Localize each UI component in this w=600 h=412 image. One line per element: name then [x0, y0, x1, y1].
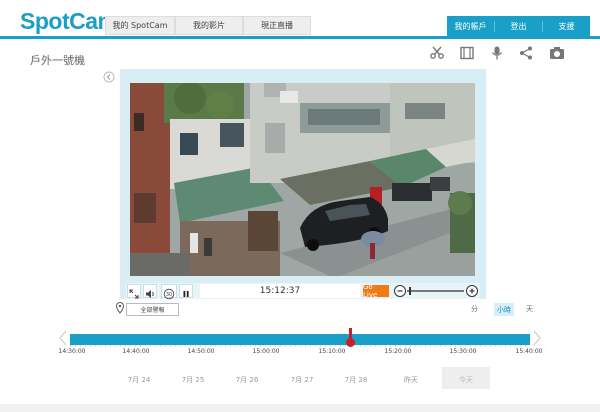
- timeline-label: 15:10:00: [318, 348, 346, 355]
- alert-filter-select[interactable]: 全部警報: [126, 303, 179, 316]
- header-divider: [0, 36, 600, 39]
- footer-band: [0, 404, 600, 412]
- speaker-icon: [146, 290, 154, 298]
- my-account-link[interactable]: 我的帳戶: [447, 20, 495, 32]
- expand-icon: [129, 289, 139, 299]
- camera-icon[interactable]: [549, 46, 565, 60]
- tab-my-videos[interactable]: 我的影片: [175, 16, 243, 35]
- timeline-track[interactable]: [70, 334, 530, 345]
- tab-my-spotcam[interactable]: 我的 SpotCam: [105, 16, 175, 35]
- timeline-prev-icon[interactable]: [58, 330, 68, 346]
- camera-name: 戶外一號機: [30, 54, 85, 67]
- rewind-30-button[interactable]: 30: [161, 284, 177, 300]
- timeline-label: 15:20:00: [384, 348, 412, 355]
- date-item-yesterday[interactable]: 昨天: [404, 375, 418, 385]
- pause-button[interactable]: [179, 284, 193, 298]
- location-pin-icon: [116, 302, 124, 314]
- scissors-icon[interactable]: [430, 46, 444, 60]
- zoom-control[interactable]: [393, 284, 479, 298]
- timeline-label: 14:40:00: [122, 348, 150, 355]
- date-item-today[interactable]: 今天: [459, 375, 473, 385]
- date-item[interactable]: 7月 27: [291, 375, 314, 385]
- account-nav: 我的帳戶 登出 支援: [447, 16, 590, 36]
- timeline-next-icon[interactable]: [532, 330, 542, 346]
- date-item[interactable]: 7月 28: [345, 375, 368, 385]
- date-item[interactable]: 7月 24: [128, 375, 151, 385]
- volume-button[interactable]: [143, 284, 157, 298]
- timeline-label: 15:40:00: [515, 348, 543, 355]
- playhead-handle[interactable]: [346, 338, 355, 347]
- pause-icon: [183, 291, 189, 297]
- rewind-30-icon: 30: [163, 288, 175, 300]
- spotcam-logo[interactable]: SpotCam: [20, 8, 118, 35]
- film-icon[interactable]: [460, 46, 474, 60]
- timeline-label: 15:00:00: [252, 348, 280, 355]
- tab-live-now[interactable]: 現正直播: [243, 16, 311, 35]
- svg-text:30: 30: [166, 292, 172, 298]
- street-scene-image: [130, 83, 475, 276]
- date-item[interactable]: 7月 25: [182, 375, 205, 385]
- timeline-label: 14:50:00: [187, 348, 215, 355]
- scale-minute[interactable]: 分: [471, 304, 478, 314]
- support-link[interactable]: 支援: [543, 21, 590, 32]
- go-live-button[interactable]: Go Live: [363, 283, 389, 299]
- timeline-label: 14:30:00: [58, 348, 86, 355]
- scale-day[interactable]: 天: [526, 304, 533, 314]
- share-icon[interactable]: [519, 46, 533, 60]
- back-icon[interactable]: [103, 71, 115, 83]
- video-feed[interactable]: [130, 83, 475, 276]
- fullscreen-button[interactable]: [127, 284, 141, 299]
- current-time: 15:12:37: [200, 284, 360, 298]
- scale-hour[interactable]: 小時: [494, 303, 514, 316]
- mic-icon[interactable]: [490, 46, 504, 60]
- logout-link[interactable]: 登出: [495, 20, 543, 32]
- date-item[interactable]: 7月 26: [236, 375, 259, 385]
- timeline-label: 15:30:00: [449, 348, 477, 355]
